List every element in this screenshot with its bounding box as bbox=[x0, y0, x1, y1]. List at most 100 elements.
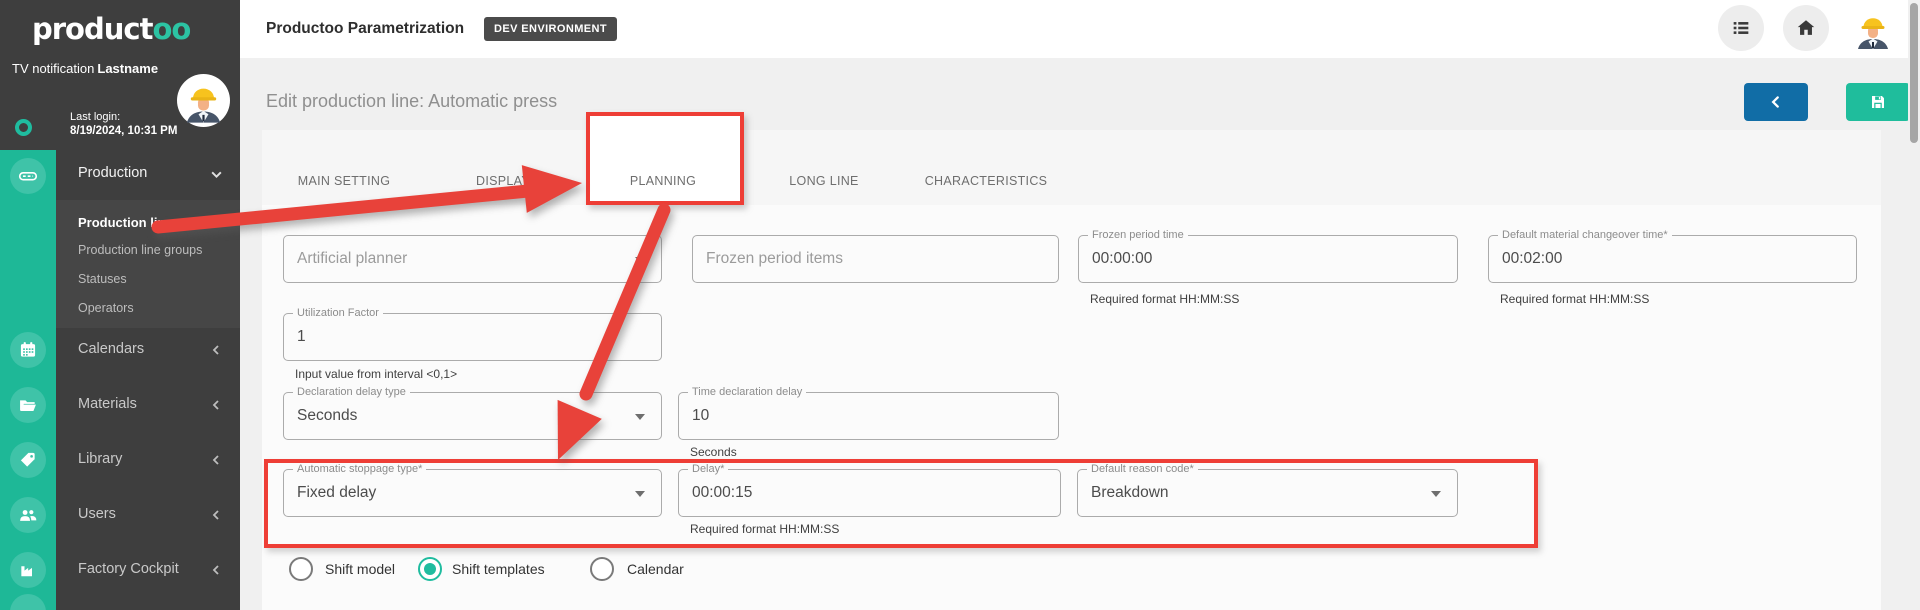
field-label: Automatic stoppage type* bbox=[293, 463, 426, 475]
page-header-band: Edit production line: Automatic press bbox=[240, 58, 1908, 130]
tab-planning[interactable]: PLANNING bbox=[630, 174, 696, 188]
scrollbar-thumb[interactable] bbox=[1910, 3, 1918, 143]
tab-display[interactable]: DISPLAY bbox=[476, 174, 530, 188]
dropdown-caret-icon bbox=[635, 257, 645, 263]
red-box-annotation-planning bbox=[586, 112, 744, 205]
tab-main-setting[interactable]: MAIN SETTING bbox=[298, 174, 391, 188]
field-value: 00:00:15 bbox=[692, 484, 752, 502]
user-name-regular: TV notification bbox=[12, 61, 94, 76]
radio-label-shift-templates[interactable]: Shift templates bbox=[452, 561, 545, 577]
delay-field[interactable]: Delay* 00:00:15 bbox=[678, 469, 1061, 517]
worker-avatar-icon bbox=[177, 74, 230, 127]
field-value: Breakdown bbox=[1091, 484, 1169, 502]
logo-oo: oo bbox=[152, 12, 190, 46]
sidebar-icon-rail bbox=[0, 150, 56, 610]
field-value: Seconds bbox=[297, 407, 357, 425]
field-value: 00:02:00 bbox=[1502, 250, 1562, 268]
declaration-delay-type-select[interactable]: Declaration delay type Seconds bbox=[283, 392, 662, 440]
dropdown-caret-icon bbox=[1431, 491, 1441, 497]
list-menu-button[interactable] bbox=[1718, 5, 1764, 51]
field-label: Utilization Factor bbox=[293, 307, 383, 319]
chevron-left-icon[interactable] bbox=[210, 509, 222, 521]
field-value: 00:00:00 bbox=[1092, 250, 1152, 268]
app-title: Productoo Parametrization bbox=[266, 20, 464, 38]
users-icon[interactable] bbox=[10, 497, 46, 533]
home-button[interactable] bbox=[1783, 5, 1829, 51]
sidebar-item-production-line-groups[interactable]: Production line groups bbox=[78, 243, 202, 257]
tabs-strip bbox=[262, 130, 1881, 205]
default-reason-code-select[interactable]: Default reason code* Breakdown bbox=[1077, 469, 1458, 517]
tab-long-line[interactable]: LONG LINE bbox=[789, 174, 858, 188]
sidebar-item-operators[interactable]: Operators bbox=[78, 301, 134, 315]
utilization-factor-field[interactable]: Utilization Factor 1 bbox=[283, 313, 662, 361]
list-icon bbox=[1730, 17, 1752, 39]
top-bar: Productoo Parametrization DEV ENVIRONMEN… bbox=[240, 0, 1908, 58]
user-avatar[interactable] bbox=[177, 74, 230, 127]
field-label: Time declaration delay bbox=[688, 386, 806, 398]
radio-shift-templates[interactable] bbox=[418, 557, 442, 581]
library-tag-icon[interactable] bbox=[10, 442, 46, 478]
environment-badge: DEV ENVIRONMENT bbox=[484, 17, 617, 41]
time-declaration-delay-field[interactable]: Time declaration delay 10 bbox=[678, 392, 1059, 440]
field-label: Frozen period time bbox=[1088, 229, 1188, 241]
helper-text: Required format HH:MM:SS bbox=[1090, 292, 1239, 306]
profile-avatar[interactable] bbox=[1849, 5, 1897, 53]
back-button[interactable] bbox=[1744, 83, 1808, 121]
page-title: Edit production line: Automatic press bbox=[266, 91, 557, 112]
sidebar-item-users[interactable]: Users bbox=[78, 506, 116, 522]
helper-text: Seconds bbox=[690, 445, 737, 459]
sidebar: productoo TV notificationLastname Last l… bbox=[0, 0, 240, 610]
last-login-value: 8/19/2024, 10:31 PM bbox=[70, 125, 177, 137]
productoo-logo[interactable]: productoo bbox=[32, 12, 190, 46]
tab-characteristics[interactable]: CHARACTERISTICS bbox=[925, 174, 1048, 188]
sidebar-item-library[interactable]: Library bbox=[78, 451, 122, 467]
helper-text: Required format HH:MM:SS bbox=[1500, 292, 1649, 306]
radio-calendar[interactable] bbox=[590, 557, 614, 581]
chevron-left-icon[interactable] bbox=[210, 399, 222, 411]
left-gutter bbox=[240, 130, 262, 610]
sidebar-item-statuses[interactable]: Statuses bbox=[78, 272, 127, 286]
online-status-icon bbox=[15, 119, 32, 136]
app-root: productoo TV notificationLastname Last l… bbox=[0, 0, 1920, 610]
automatic-stoppage-type-select[interactable]: Automatic stoppage type* Fixed delay bbox=[283, 469, 662, 517]
dropdown-caret-icon bbox=[635, 491, 645, 497]
field-label: Default reason code* bbox=[1087, 463, 1198, 475]
right-gutter bbox=[1881, 130, 1908, 610]
radio-label-calendar[interactable]: Calendar bbox=[627, 561, 684, 577]
factory-icon[interactable] bbox=[10, 552, 46, 588]
calendar-icon[interactable] bbox=[10, 332, 46, 368]
field-label: Declaration delay type bbox=[293, 386, 410, 398]
save-button[interactable] bbox=[1846, 83, 1910, 121]
materials-folder-icon[interactable] bbox=[10, 387, 46, 423]
home-icon bbox=[1795, 17, 1817, 39]
frozen-period-time-field[interactable]: Frozen period time 00:00:00 bbox=[1078, 235, 1458, 283]
artificial-planner-placeholder: Artificial planner bbox=[297, 250, 407, 268]
sidebar-item-production[interactable]: Production bbox=[78, 165, 147, 181]
sidebar-item-production-lines[interactable]: Production lines bbox=[78, 215, 180, 230]
artificial-planner-select[interactable]: Artificial planner bbox=[283, 235, 662, 283]
save-icon bbox=[1869, 93, 1887, 111]
chevron-left-icon[interactable] bbox=[210, 454, 222, 466]
field-value: 1 bbox=[297, 328, 306, 346]
logo-text: product bbox=[32, 12, 152, 46]
sidebar-item-materials[interactable]: Materials bbox=[78, 396, 137, 412]
radio-label-shift-model[interactable]: Shift model bbox=[325, 561, 395, 577]
radio-shift-model[interactable] bbox=[289, 557, 313, 581]
back-chevron-icon bbox=[1768, 94, 1784, 110]
chevron-down-icon[interactable] bbox=[210, 168, 223, 181]
frozen-period-items-placeholder: Frozen period items bbox=[706, 250, 843, 268]
field-label: Default material changeover time* bbox=[1498, 229, 1672, 241]
last-login: Last login: 8/19/2024, 10:31 PM bbox=[70, 110, 177, 138]
vertical-scrollbar[interactable] bbox=[1908, 0, 1920, 610]
sidebar-item-calendars[interactable]: Calendars bbox=[78, 341, 144, 357]
frozen-period-items-field[interactable]: Frozen period items bbox=[692, 235, 1059, 283]
helper-text: Required format HH:MM:SS bbox=[690, 522, 839, 536]
production-line-icon[interactable] bbox=[10, 158, 46, 194]
field-value: 10 bbox=[692, 407, 709, 425]
sidebar-item-factory-cockpit[interactable]: Factory Cockpit bbox=[78, 561, 179, 577]
chevron-left-icon[interactable] bbox=[210, 344, 222, 356]
default-material-changeover-time-field[interactable]: Default material changeover time* 00:02:… bbox=[1488, 235, 1857, 283]
field-value: Fixed delay bbox=[297, 484, 376, 502]
chevron-left-icon[interactable] bbox=[210, 564, 222, 576]
user-name: TV notificationLastname bbox=[12, 61, 187, 76]
